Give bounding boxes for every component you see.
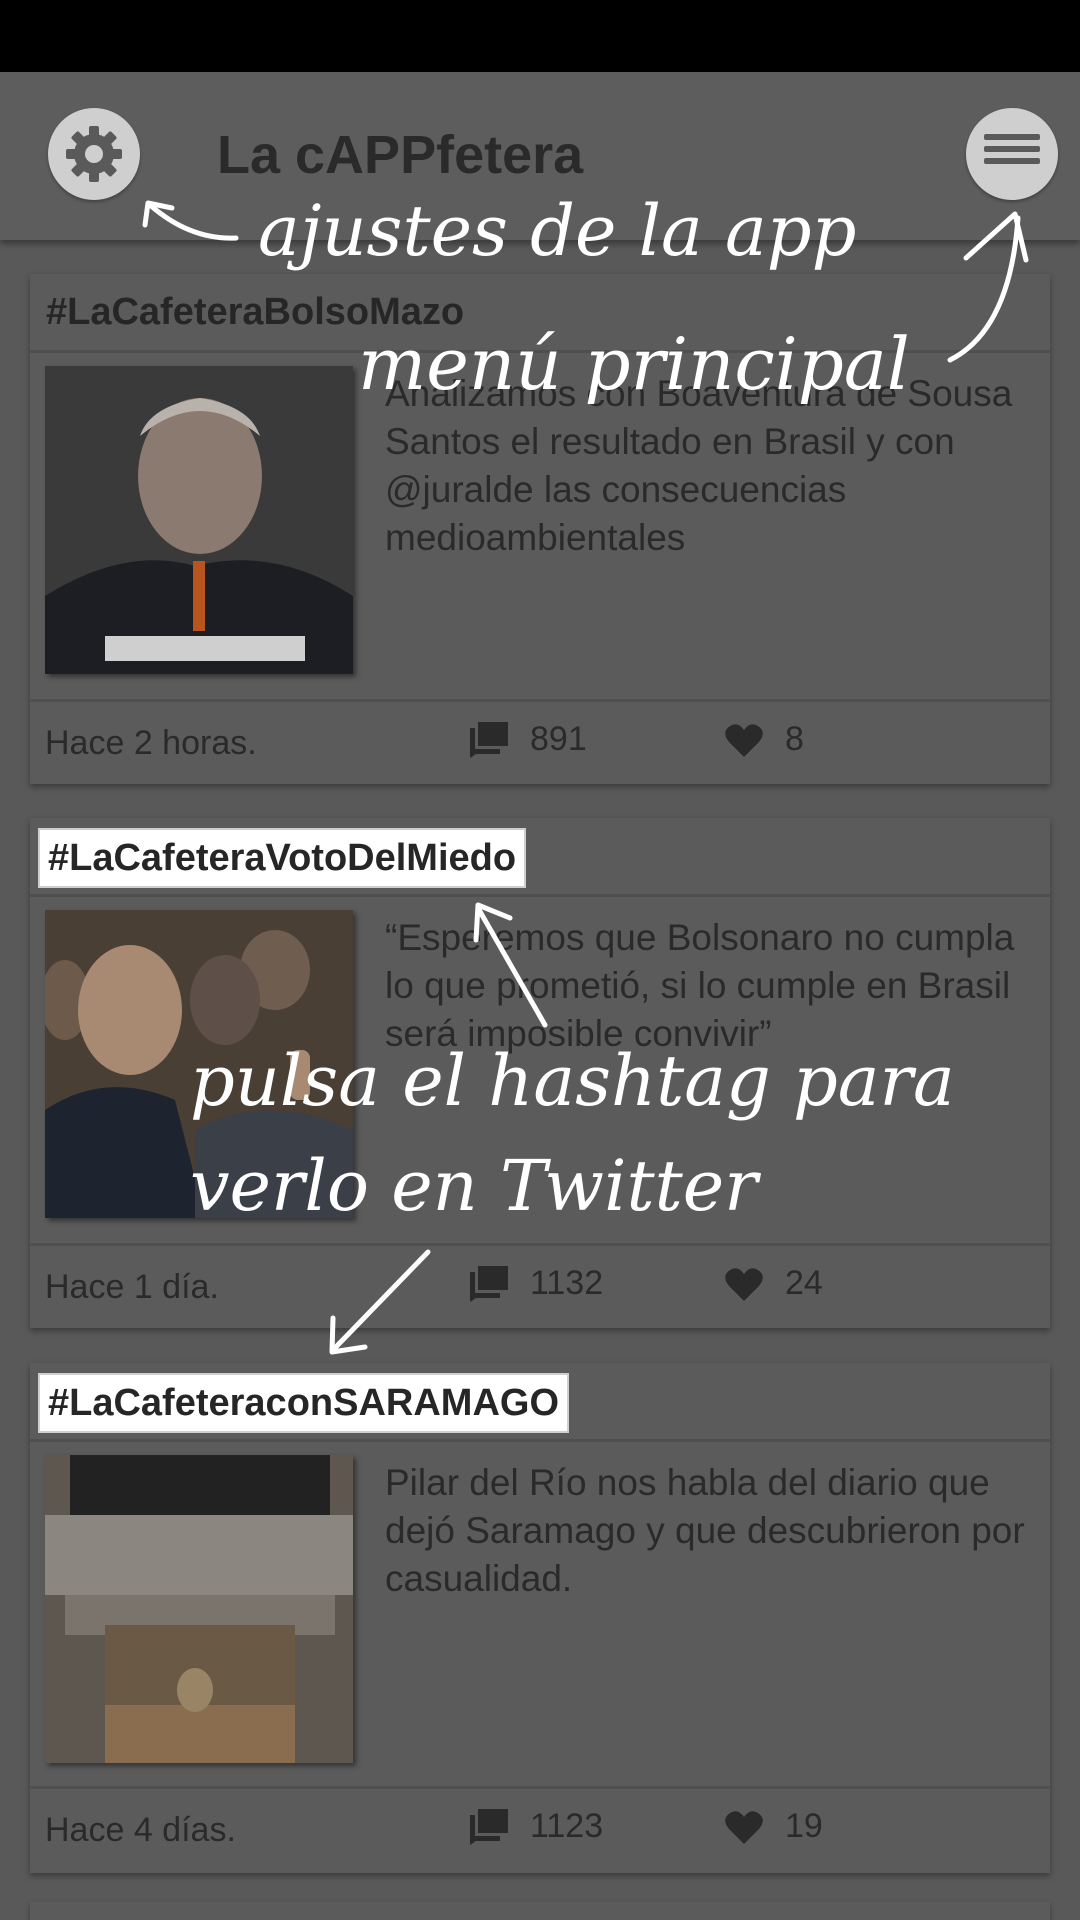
gear-icon <box>62 122 126 186</box>
comments-icon <box>470 721 508 758</box>
comments-icon <box>470 1808 508 1845</box>
comments-counter[interactable]: 891 <box>470 720 587 759</box>
likes-count: 8 <box>785 720 804 758</box>
comments-count: 891 <box>530 720 587 758</box>
heart-icon <box>725 1810 763 1844</box>
comments-count: 1132 <box>530 1264 604 1302</box>
comments-count: 1123 <box>530 1807 604 1845</box>
heart-icon <box>725 1267 763 1301</box>
post-summary: “Esperemos que Bolsonaro no cumpla lo qu… <box>385 917 1015 1054</box>
post-header: #LaCafeteraconSARAMAGO <box>30 1363 1050 1442</box>
post-footer: Hace 2 horas. 891 8 <box>30 699 1050 784</box>
post-card-partial <box>30 1902 1050 1920</box>
hamburger-menu-icon <box>982 132 1042 176</box>
likes-counter[interactable]: 8 <box>725 720 804 759</box>
post-time: Hace 2 horas. <box>45 724 257 762</box>
likes-counter[interactable]: 19 <box>725 1807 823 1846</box>
menu-annotation: menú principal <box>358 322 910 406</box>
app-title: La cAPPfetera <box>217 125 584 185</box>
status-bar <box>0 0 1080 72</box>
post-thumbnail[interactable] <box>45 1455 353 1763</box>
post-summary: Pilar del Río nos habla del diario que d… <box>385 1462 1025 1599</box>
hashtag-annotation-line1: pulsa el hashtag para <box>190 1040 955 1122</box>
settings-button[interactable] <box>48 108 140 200</box>
comments-counter[interactable]: 1123 <box>470 1807 603 1846</box>
hashtag-link[interactable]: #LaCafeteraconSARAMAGO <box>38 1373 569 1433</box>
post-time: Hace 1 día. <box>45 1268 219 1306</box>
comments-icon <box>470 1265 508 1302</box>
likes-count: 24 <box>785 1264 823 1302</box>
likes-count: 19 <box>785 1807 823 1845</box>
settings-annotation: ajustes de la app <box>258 190 857 272</box>
comments-counter[interactable]: 1132 <box>470 1264 603 1303</box>
post-thumbnail[interactable] <box>45 366 353 674</box>
heart-icon <box>725 723 763 757</box>
hashtag-annotation-line2: verlo en Twitter <box>190 1145 758 1227</box>
post-card[interactable]: #LaCafeteraconSARAMAGO Pilar del Río nos… <box>30 1363 1050 1873</box>
post-header: #LaCafeteraVotoDelMiedo <box>30 818 1050 897</box>
post-footer: Hace 1 día. 1132 24 <box>30 1243 1050 1328</box>
post-time: Hace 4 días. <box>45 1811 236 1849</box>
main-menu-button[interactable] <box>966 108 1058 200</box>
likes-counter[interactable]: 24 <box>725 1264 823 1303</box>
post-footer: Hace 4 días. 1123 19 <box>30 1786 1050 1871</box>
hashtag-link[interactable]: #LaCafeteraVotoDelMiedo <box>38 828 527 888</box>
